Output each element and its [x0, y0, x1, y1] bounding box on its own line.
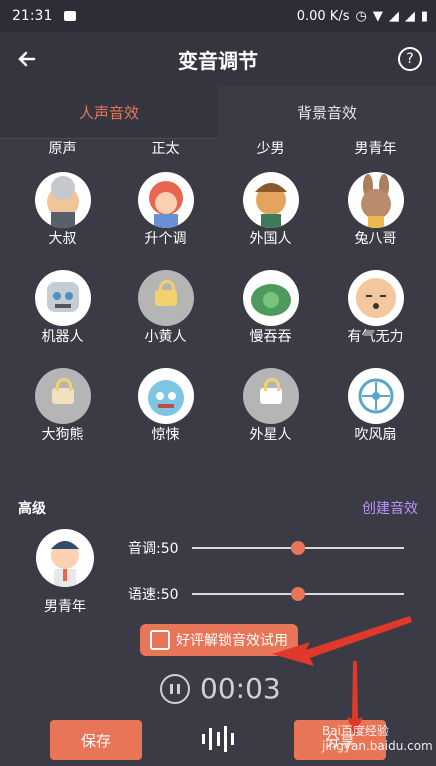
selected-voice-avatar-icon	[36, 529, 94, 587]
speed-slider-knob[interactable]	[291, 587, 305, 601]
speed-slider-row: 语速:50	[128, 583, 408, 605]
effect-label: 有气无力	[347, 329, 404, 345]
lock-icon	[51, 378, 74, 404]
effect-label: 兔八哥	[354, 231, 397, 247]
battery-icon: ▮	[420, 8, 428, 24]
status-time: 21:31	[12, 8, 53, 24]
fan-avatar-icon	[347, 368, 404, 424]
monster-avatar-icon	[137, 368, 194, 424]
bear-locked-avatar-icon	[34, 368, 91, 424]
network-speed: 0.00 K/s	[296, 8, 350, 24]
robot-avatar-icon	[34, 270, 91, 326]
effect-alien[interactable]: 外星人	[218, 368, 323, 444]
effect-label: 外星人	[249, 427, 292, 443]
wifi-icon: ▼	[372, 8, 383, 24]
effect-label: 正太	[151, 141, 180, 157]
effect-label: 大叔	[48, 231, 77, 247]
status-right: 0.00 K/s ◷ ▼ ◢ ◢ ▮	[297, 9, 428, 24]
pitch-slider-knob[interactable]	[291, 541, 305, 555]
effect-label: 男青年	[354, 141, 397, 157]
pitch-label: 音调:50	[128, 541, 179, 557]
uncle-avatar-icon	[34, 172, 91, 228]
effect-label: 外国人	[249, 231, 292, 247]
app-header: 变音调节 ?	[0, 32, 436, 86]
effect-label: 机器人	[41, 329, 84, 345]
signal2-icon: ◢	[404, 8, 415, 24]
tab-voice-effects[interactable]: 人声音效	[0, 86, 218, 139]
pitch-slider-track[interactable]	[192, 541, 404, 555]
alarm-icon: ◷	[355, 8, 367, 24]
effect-bear[interactable]: 大狗熊	[10, 368, 115, 444]
effect-original[interactable]: 原声	[10, 138, 115, 158]
save-button[interactable]: 保存	[50, 720, 142, 760]
minion-locked-avatar-icon	[137, 270, 194, 326]
sleepy-face-avatar-icon	[347, 270, 404, 326]
effect-label: 少男	[256, 141, 285, 157]
effect-pitch-up[interactable]: 升个调	[113, 172, 218, 248]
effect-fan[interactable]: 吹风扇	[323, 368, 428, 444]
girl-avatar-icon	[137, 172, 194, 228]
playback-timer: 00:03	[200, 672, 281, 705]
tribal-man-avatar-icon	[242, 172, 299, 228]
alien-locked-avatar-icon	[242, 368, 299, 424]
effect-weak[interactable]: 有气无力	[323, 270, 428, 346]
status-bar: 21:31 0.00 K/s ◷ ▼ ◢ ◢ ▮	[0, 0, 436, 32]
effect-teen-boy[interactable]: 少男	[218, 138, 323, 158]
tab-background-effects[interactable]: 背景音效	[218, 86, 436, 138]
effect-thriller[interactable]: 惊悚	[113, 368, 218, 444]
lock-icon	[259, 378, 282, 404]
effect-robot[interactable]: 机器人	[10, 270, 115, 346]
effect-label: 慢吞吞	[249, 329, 292, 345]
effect-label: 吹风扇	[354, 427, 397, 443]
effect-bugs-bunny[interactable]: 兔八哥	[323, 172, 428, 248]
effect-label: 小黄人	[144, 329, 187, 345]
save-label: 保存	[80, 731, 111, 750]
selected-voice-label: 男青年	[44, 599, 86, 615]
effect-label: 大狗熊	[41, 427, 84, 443]
help-icon[interactable]: ?	[398, 47, 422, 71]
signal-icon: ◢	[388, 8, 399, 24]
effect-label: 升个调	[144, 231, 187, 247]
speed-label: 语速:50	[128, 587, 179, 603]
image-icon	[64, 11, 77, 21]
turtle-avatar-icon	[242, 270, 299, 326]
pitch-slider-row: 音调:50	[128, 537, 408, 559]
create-effect-link[interactable]: 创建音效	[362, 498, 418, 518]
back-arrow-icon[interactable]	[14, 44, 44, 74]
effect-slow[interactable]: 慢吞吞	[218, 270, 323, 346]
effects-panel: 人声音效 背景音效 原声 正太 少男 男青年 大叔 升个调 外国人 兔八哥 机器…	[0, 86, 436, 766]
lock-icon	[154, 280, 177, 306]
effect-tabs: 人声音效 背景音效	[0, 86, 436, 139]
effect-minion[interactable]: 小黄人	[113, 270, 218, 346]
speed-slider-track[interactable]	[192, 587, 404, 601]
advanced-title: 高级	[18, 501, 46, 517]
effect-foreigner[interactable]: 外国人	[218, 172, 323, 248]
playback-row: 00:03	[160, 672, 281, 705]
watermark: Bai百度经验 jingyan.baidu.com	[322, 724, 433, 753]
effect-shota[interactable]: 正太	[113, 138, 218, 158]
effect-uncle[interactable]: 大叔	[10, 172, 115, 248]
thumbs-up-icon	[150, 630, 170, 650]
effect-label: 惊悚	[151, 427, 180, 443]
help-glyph: ?	[406, 51, 414, 67]
rabbit-avatar-icon	[347, 172, 404, 228]
pause-icon[interactable]	[160, 673, 190, 704]
page-title: 变音调节	[178, 48, 258, 73]
waveform-icon	[202, 726, 234, 752]
effect-label: 原声	[48, 141, 77, 157]
effect-young-man[interactable]: 男青年	[323, 138, 428, 158]
